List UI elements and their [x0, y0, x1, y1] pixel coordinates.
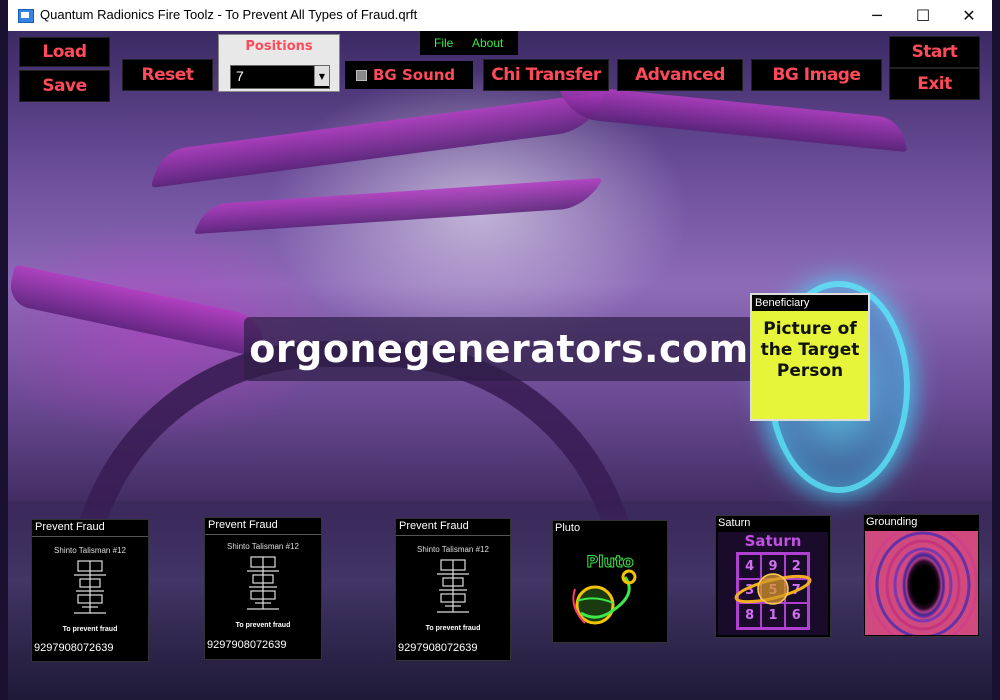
load-button[interactable]: Load: [19, 37, 110, 67]
maximize-button[interactable]: ☐: [900, 0, 946, 31]
beneficiary-box[interactable]: Beneficiary Picture of the Target Person: [750, 293, 870, 421]
grounding-title: Grounding: [866, 516, 918, 528]
saturn-image: Saturn 4 9 2 3 5 7 8 1 6: [718, 532, 828, 635]
positions-label: Positions: [245, 39, 313, 54]
pluto-card[interactable]: Pluto Pluto: [552, 520, 668, 643]
positions-group: Positions 7 ▼: [218, 34, 340, 92]
positions-value: 7: [236, 68, 244, 84]
beneficiary-header: Beneficiary: [752, 295, 868, 311]
positions-select[interactable]: 7 ▼: [230, 65, 330, 89]
close-button[interactable]: ✕: [946, 0, 992, 31]
vortex-image: [865, 531, 978, 635]
title-bar: Quantum Radionics Fire Toolz - To Preven…: [8, 0, 992, 32]
background-roof: [150, 91, 606, 189]
chevron-down-icon[interactable]: ▼: [314, 66, 329, 86]
bg-sound-label: BG Sound: [373, 66, 456, 84]
vortex-swirl-icon: [867, 531, 978, 635]
pluto-symbol-icon: Pluto: [572, 552, 637, 625]
menu-bar: File About: [420, 31, 518, 55]
saturn-glyph-label: Saturn: [744, 532, 802, 550]
grounding-card[interactable]: Grounding: [863, 514, 980, 637]
card-caption: To prevent fraud: [235, 622, 291, 629]
app-icon: [18, 9, 34, 23]
divider: [205, 534, 321, 535]
saturn-title: Saturn: [718, 517, 751, 529]
start-button[interactable]: Start: [889, 36, 980, 68]
website-banner: orgonegenerators.com: [244, 317, 754, 381]
background-roof: [8, 264, 270, 358]
chi-transfer-button[interactable]: Chi Transfer: [483, 59, 609, 91]
reset-button[interactable]: Reset: [122, 59, 213, 91]
divider: [32, 536, 148, 537]
minimize-button[interactable]: ─: [854, 0, 900, 31]
exit-button[interactable]: Exit: [889, 68, 980, 100]
pluto-title: Pluto: [555, 522, 581, 534]
card-number: 9297908072639: [398, 642, 478, 654]
menu-about[interactable]: About: [472, 36, 503, 50]
shinto-talisman-icon: [247, 556, 279, 610]
card-subtitle: Shinto Talisman #12: [417, 545, 489, 554]
divider: [396, 535, 510, 536]
card-title: Prevent Fraud: [399, 520, 469, 532]
pluto-glyph-label: Pluto: [586, 552, 633, 571]
main-canvas: Load Save Reset Positions 7 ▼ File About…: [8, 31, 992, 700]
background-roof: [558, 83, 908, 153]
banner-text: orgonegenerators.com: [249, 327, 749, 371]
saturn-card[interactable]: Saturn Saturn 4 9 2 3 5 7 8 1 6: [715, 515, 831, 638]
advanced-button[interactable]: Advanced: [617, 59, 743, 91]
saturn-planet-icon: [734, 573, 812, 605]
bg-sound-checkbox[interactable]: [356, 69, 367, 81]
card-caption: To prevent fraud: [62, 626, 118, 633]
card-title: Prevent Fraud: [35, 521, 105, 533]
window-title: Quantum Radionics Fire Toolz - To Preven…: [40, 7, 418, 22]
save-button[interactable]: Save: [19, 70, 110, 102]
background-roof: [193, 177, 603, 235]
talisman-card[interactable]: Prevent Fraud Shinto Talisman #12 To pre…: [395, 518, 511, 661]
card-number: 9297908072639: [207, 639, 287, 651]
shinto-talisman-icon: [437, 559, 469, 613]
shinto-talisman-icon: [74, 560, 106, 614]
card-title: Prevent Fraud: [208, 519, 278, 531]
card-number: 9297908072639: [34, 642, 114, 654]
beneficiary-text: Picture of the Target Person: [760, 319, 860, 381]
card-caption: To prevent fraud: [425, 625, 481, 632]
bg-image-button[interactable]: BG Image: [751, 59, 882, 91]
talisman-card[interactable]: Prevent Fraud Shinto Talisman #12 To pre…: [31, 519, 149, 662]
talisman-card[interactable]: Prevent Fraud Shinto Talisman #12 To pre…: [204, 517, 322, 660]
card-subtitle: Shinto Talisman #12: [54, 546, 126, 555]
bg-sound-toggle[interactable]: BG Sound: [345, 61, 473, 89]
app-window: Quantum Radionics Fire Toolz - To Preven…: [8, 0, 992, 700]
card-subtitle: Shinto Talisman #12: [227, 542, 299, 551]
menu-file[interactable]: File: [434, 36, 453, 50]
